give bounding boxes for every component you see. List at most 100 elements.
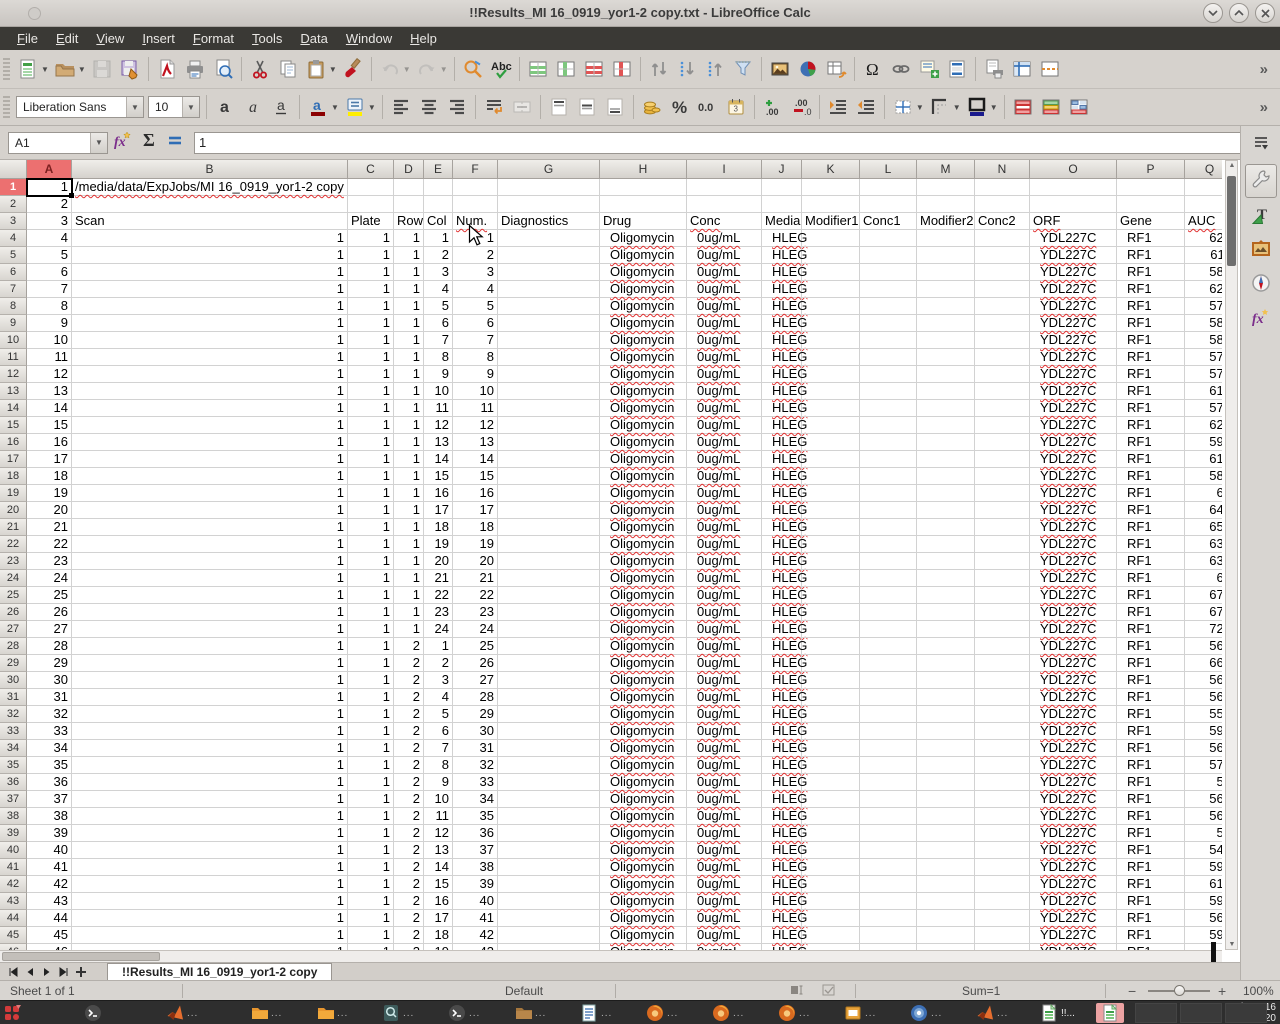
cell-P43[interactable]: RF1 bbox=[1117, 893, 1185, 910]
cell-K9[interactable] bbox=[802, 315, 860, 332]
cell-J30[interactable]: HLEG bbox=[762, 672, 802, 689]
cell-J14[interactable]: HLEG bbox=[762, 400, 802, 417]
cell-M4[interactable] bbox=[917, 230, 975, 247]
cell-A5[interactable]: 5 bbox=[27, 247, 72, 264]
cell-A2[interactable]: 2 bbox=[27, 196, 72, 213]
cell-H31[interactable]: Oligomycin bbox=[600, 689, 687, 706]
cell-J21[interactable]: HLEG bbox=[762, 519, 802, 536]
cell-I9[interactable]: 0ug/mL bbox=[687, 315, 762, 332]
cell-P3[interactable]: Gene bbox=[1117, 213, 1185, 230]
cell-B24[interactable]: 1 bbox=[72, 570, 348, 587]
cell-O42[interactable]: YDL227C bbox=[1030, 876, 1117, 893]
cell-H36[interactable]: Oligomycin bbox=[600, 774, 687, 791]
cell-O20[interactable]: YDL227C bbox=[1030, 502, 1117, 519]
cell-Q10[interactable]: 585 bbox=[1185, 332, 1222, 349]
cell-L16[interactable] bbox=[860, 434, 917, 451]
cell-J43[interactable]: HLEG bbox=[762, 893, 802, 910]
toolbar-overflow-button[interactable]: » bbox=[1256, 61, 1272, 78]
cell-H6[interactable]: Oligomycin bbox=[600, 264, 687, 281]
title-bar[interactable]: !!Results_MI 16_0919_yor1-2 copy.txt - L… bbox=[0, 0, 1280, 27]
cell-G6[interactable] bbox=[498, 264, 600, 281]
align-right-button[interactable] bbox=[443, 93, 471, 121]
cell-P29[interactable]: RF1 bbox=[1117, 655, 1185, 672]
cell-C45[interactable]: 1 bbox=[348, 927, 394, 944]
cell-N7[interactable] bbox=[975, 281, 1030, 298]
copy-button[interactable] bbox=[274, 55, 302, 83]
cell-L33[interactable] bbox=[860, 723, 917, 740]
cell-G33[interactable] bbox=[498, 723, 600, 740]
column-header-H[interactable]: H bbox=[600, 160, 687, 179]
cell-H8[interactable]: Oligomycin bbox=[600, 298, 687, 315]
cell-H20[interactable]: Oligomycin bbox=[600, 502, 687, 519]
cell-Q27[interactable]: 722 bbox=[1185, 621, 1222, 638]
cell-A6[interactable]: 6 bbox=[27, 264, 72, 281]
cell-N14[interactable] bbox=[975, 400, 1030, 417]
scroll-up-icon[interactable]: ▲ bbox=[1228, 162, 1236, 169]
cell-M22[interactable] bbox=[917, 536, 975, 553]
cell-D29[interactable]: 2 bbox=[394, 655, 424, 672]
cell-K13[interactable] bbox=[802, 383, 860, 400]
cell-H26[interactable]: Oligomycin bbox=[600, 604, 687, 621]
cell-Q7[interactable]: 628 bbox=[1185, 281, 1222, 298]
cell-K4[interactable] bbox=[802, 230, 860, 247]
highlight-color-button[interactable]: ▼ bbox=[341, 93, 378, 121]
cell-J28[interactable]: HLEG bbox=[762, 638, 802, 655]
column-header-E[interactable]: E bbox=[424, 160, 453, 179]
hyperlink-button[interactable] bbox=[887, 55, 915, 83]
cell-P14[interactable]: RF1 bbox=[1117, 400, 1185, 417]
cell-E5[interactable]: 2 bbox=[424, 247, 453, 264]
cell-B7[interactable]: 1 bbox=[72, 281, 348, 298]
cell-H5[interactable]: Oligomycin bbox=[600, 247, 687, 264]
cell-G11[interactable] bbox=[498, 349, 600, 366]
cell-C11[interactable]: 1 bbox=[348, 349, 394, 366]
toolbar-overflow-button[interactable]: » bbox=[1256, 99, 1272, 116]
cell-G25[interactable] bbox=[498, 587, 600, 604]
cell-E22[interactable]: 19 bbox=[424, 536, 453, 553]
cell-K18[interactable] bbox=[802, 468, 860, 485]
row-header-21[interactable]: 21 bbox=[0, 519, 27, 536]
chevron-down-icon[interactable]: ▼ bbox=[990, 103, 998, 112]
cell-Q34[interactable]: 564 bbox=[1185, 740, 1222, 757]
cell-F44[interactable]: 41 bbox=[453, 910, 498, 927]
cell-E42[interactable]: 15 bbox=[424, 876, 453, 893]
cell-P42[interactable]: RF1 bbox=[1117, 876, 1185, 893]
cell-M18[interactable] bbox=[917, 468, 975, 485]
cell-D40[interactable]: 2 bbox=[394, 842, 424, 859]
column-header-I[interactable]: I bbox=[687, 160, 762, 179]
cell-J20[interactable]: HLEG bbox=[762, 502, 802, 519]
cell-L19[interactable] bbox=[860, 485, 917, 502]
cell-H28[interactable]: Oligomycin bbox=[600, 638, 687, 655]
cell-B10[interactable]: 1 bbox=[72, 332, 348, 349]
cell-K35[interactable] bbox=[802, 757, 860, 774]
cell-E44[interactable]: 17 bbox=[424, 910, 453, 927]
cell-J12[interactable]: HLEG bbox=[762, 366, 802, 383]
cell-G43[interactable] bbox=[498, 893, 600, 910]
column-header-K[interactable]: K bbox=[802, 160, 860, 179]
row-header-24[interactable]: 24 bbox=[0, 570, 27, 587]
cell-L35[interactable] bbox=[860, 757, 917, 774]
cell-C25[interactable]: 1 bbox=[348, 587, 394, 604]
menu-window[interactable]: Window bbox=[337, 28, 401, 49]
row-header-26[interactable]: 26 bbox=[0, 604, 27, 621]
cell-H2[interactable] bbox=[600, 196, 687, 213]
row-header-31[interactable]: 31 bbox=[0, 689, 27, 706]
cell-J5[interactable]: HLEG bbox=[762, 247, 802, 264]
cell-J3[interactable]: Media bbox=[762, 213, 802, 230]
row-header-12[interactable]: 12 bbox=[0, 366, 27, 383]
scroll-down-icon[interactable]: ▼ bbox=[1228, 941, 1236, 948]
row-header-7[interactable]: 7 bbox=[0, 281, 27, 298]
cell-P34[interactable]: RF1 bbox=[1117, 740, 1185, 757]
column-header-G[interactable]: G bbox=[498, 160, 600, 179]
cell-H24[interactable]: Oligomycin bbox=[600, 570, 687, 587]
cell-H4[interactable]: Oligomycin bbox=[600, 230, 687, 247]
cell-J41[interactable]: HLEG bbox=[762, 859, 802, 876]
cell-P1[interactable] bbox=[1117, 179, 1185, 196]
cell-Q38[interactable]: 563 bbox=[1185, 808, 1222, 825]
cell-N27[interactable] bbox=[975, 621, 1030, 638]
wrap-text-button[interactable] bbox=[480, 93, 508, 121]
taskbar-calc-active[interactable] bbox=[1096, 1003, 1124, 1023]
cell-F9[interactable]: 6 bbox=[453, 315, 498, 332]
cell-J45[interactable]: HLEG bbox=[762, 927, 802, 944]
cell-H16[interactable]: Oligomycin bbox=[600, 434, 687, 451]
cell-P16[interactable]: RF1 bbox=[1117, 434, 1185, 451]
